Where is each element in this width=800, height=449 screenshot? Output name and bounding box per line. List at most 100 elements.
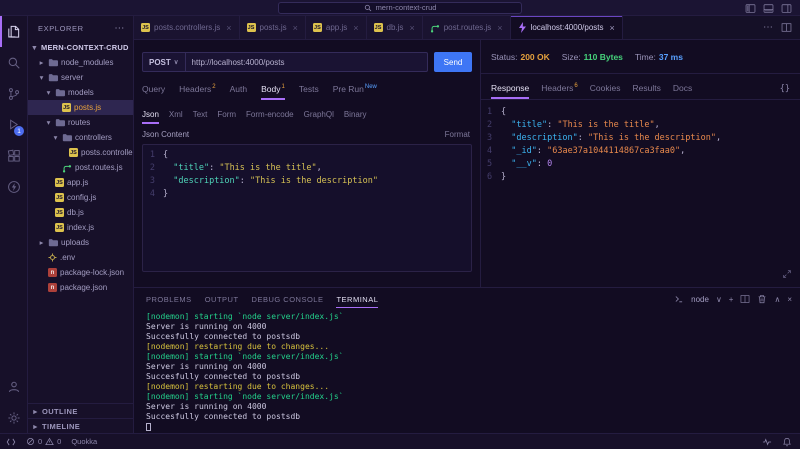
tree-item-env[interactable]: .env — [28, 250, 133, 265]
tree-item-server[interactable]: ▾ server — [28, 70, 133, 85]
terminal-output[interactable]: [nodemon] starting `node server/index.js… — [146, 312, 792, 431]
tree-item-package-lock-json[interactable]: n package-lock.json — [28, 265, 133, 280]
kill-terminal-icon[interactable] — [757, 294, 767, 304]
terminal-line: Succesfully connected to postsdb — [146, 412, 301, 421]
tree-item-models[interactable]: ▾ models — [28, 85, 133, 100]
close-icon[interactable]: × — [226, 23, 231, 33]
tab-tests[interactable]: Tests — [299, 84, 319, 100]
tab-debug-console[interactable]: DEBUG CONSOLE — [252, 291, 324, 308]
tree-item-posts-controllers-js[interactable]: JSposts.controllers.js — [28, 145, 133, 160]
tab-xml[interactable]: Xml — [169, 110, 183, 124]
line-number: 4 — [487, 146, 493, 156]
tab-post-routes-js[interactable]: post.routes.js × — [422, 16, 511, 39]
tree-item-db-js[interactable]: JS db.js — [28, 205, 133, 220]
close-icon[interactable]: × — [353, 23, 358, 33]
toggle-secondary-sidebar-icon[interactable] — [781, 3, 792, 14]
tree-item-label: post.routes.js — [75, 163, 123, 172]
method-dropdown[interactable]: POST ∨ — [143, 53, 186, 71]
split-editor-icon[interactable] — [781, 22, 792, 33]
tree-item-node-modules[interactable]: ▸ node_modules — [28, 55, 133, 70]
more-actions-icon[interactable]: ⋯ — [763, 22, 773, 33]
project-root-folder[interactable]: ▾ MERN-CONTEXT-CRUD — [28, 40, 133, 55]
tab-graphql[interactable]: GraphQl — [304, 110, 334, 124]
tree-item-uploads[interactable]: ▸ uploads — [28, 235, 133, 250]
chevron-down-icon[interactable]: ∨ — [716, 295, 722, 304]
tab-badge: 1 — [281, 84, 285, 91]
tree-item-controllers[interactable]: ▾ controllers — [28, 130, 133, 145]
source-control-icon[interactable] — [0, 78, 27, 109]
format-json-icon[interactable]: {} — [780, 84, 790, 99]
tab-docs[interactable]: Docs — [673, 83, 692, 99]
tab-form-encode[interactable]: Form-encode — [246, 110, 294, 124]
tab-badge: New — [364, 84, 377, 91]
tree-item-post-routes-js[interactable]: post.routes.js — [28, 160, 133, 175]
tree-item-config-js[interactable]: JS config.js — [28, 190, 133, 205]
tab-terminal[interactable]: TERMINAL — [336, 291, 379, 308]
tab-output[interactable]: OUTPUT — [205, 291, 239, 308]
tree-item-package-json[interactable]: n package.json — [28, 280, 133, 295]
format-button[interactable]: Format — [445, 130, 470, 139]
tab-results[interactable]: Results — [632, 83, 660, 99]
debug-icon[interactable]: 1 — [0, 109, 27, 140]
tab-db-js[interactable]: JS db.js × — [366, 16, 423, 39]
tab-pre-run[interactable]: Pre RunNew — [333, 84, 377, 100]
settings-icon[interactable] — [0, 402, 27, 433]
tab-headers[interactable]: Headers6 — [541, 83, 577, 99]
tree-item-posts-js[interactable]: JS posts.js — [28, 100, 133, 115]
search-icon[interactable] — [0, 47, 27, 78]
toggle-panel-icon[interactable] — [763, 3, 774, 14]
url-input[interactable]: http://localhost:4000/posts — [186, 58, 291, 67]
tab-cookies[interactable]: Cookies — [590, 83, 621, 99]
code-text: "__v": 0 — [511, 159, 553, 169]
close-icon[interactable]: × — [293, 23, 298, 33]
js-file-icon: JS — [62, 103, 71, 112]
tree-item-routes[interactable]: ▾ routes — [28, 115, 133, 130]
feedback-icon[interactable] — [762, 437, 772, 447]
route-file-icon — [62, 163, 72, 173]
maximize-panel-icon[interactable]: ∧ — [774, 295, 780, 304]
close-icon[interactable]: × — [409, 23, 414, 33]
more-actions-icon[interactable]: ⋯ — [114, 23, 125, 34]
thunder-client-request-panel: POST ∨ http://localhost:4000/posts Send … — [134, 40, 480, 287]
tab-text[interactable]: Text — [193, 110, 208, 124]
close-icon[interactable]: × — [609, 23, 614, 33]
js-file-icon: JS — [373, 23, 383, 32]
tree-item-index-js[interactable]: JS index.js — [28, 220, 133, 235]
tab-posts-js[interactable]: JS posts.js × — [239, 16, 306, 39]
tab-app-js[interactable]: JS app.js × — [305, 16, 367, 39]
new-terminal-icon[interactable]: + — [729, 295, 734, 304]
expand-response-icon[interactable] — [782, 269, 792, 279]
tab-form[interactable]: Form — [217, 110, 236, 124]
extensions-icon[interactable] — [0, 140, 27, 171]
explorer-icon[interactable] — [0, 16, 27, 47]
shell-selector[interactable]: node — [691, 295, 709, 304]
send-button[interactable]: Send — [434, 52, 472, 72]
close-panel-icon[interactable]: × — [787, 295, 792, 304]
problems-indicator[interactable]: 0 0 — [26, 437, 61, 446]
timeline-section[interactable]: ▸ TIMELINE — [28, 418, 133, 433]
tab-localhost-4000-posts[interactable]: localhost:4000/posts × — [510, 16, 623, 39]
tab-auth[interactable]: Auth — [230, 84, 248, 100]
tab-query[interactable]: Query — [142, 84, 165, 100]
split-terminal-icon[interactable] — [740, 294, 750, 304]
command-center[interactable]: mern-context-crud — [278, 1, 522, 14]
sidebar-bottom-sections: ▸ OUTLINE ▸ TIMELINE — [28, 403, 133, 433]
tree-item-app-js[interactable]: JS app.js — [28, 175, 133, 190]
tab-response[interactable]: Response — [491, 83, 530, 99]
tab-headers[interactable]: Headers2 — [179, 84, 215, 100]
close-icon[interactable]: × — [497, 23, 502, 33]
notifications-bell-icon[interactable] — [782, 437, 792, 447]
remote-indicator[interactable] — [6, 437, 16, 447]
quokka-status[interactable]: Quokka — [71, 437, 97, 446]
outline-section[interactable]: ▸ OUTLINE — [28, 403, 133, 418]
toggle-sidebar-icon[interactable] — [745, 3, 756, 14]
json-body-editor[interactable]: 1{2 "title": "This is the title", 3 "desc… — [142, 144, 472, 272]
tab-problems[interactable]: PROBLEMS — [146, 291, 192, 308]
tab-posts-controllers-js[interactable]: JS posts.controllers.js × — [134, 16, 240, 39]
line-number: 2 — [149, 163, 155, 173]
thunder-client-icon[interactable] — [0, 171, 27, 202]
account-icon[interactable] — [0, 371, 27, 402]
tab-json[interactable]: Json — [142, 110, 159, 124]
tab-binary[interactable]: Binary — [344, 110, 367, 124]
tab-body[interactable]: Body1 — [261, 84, 285, 100]
